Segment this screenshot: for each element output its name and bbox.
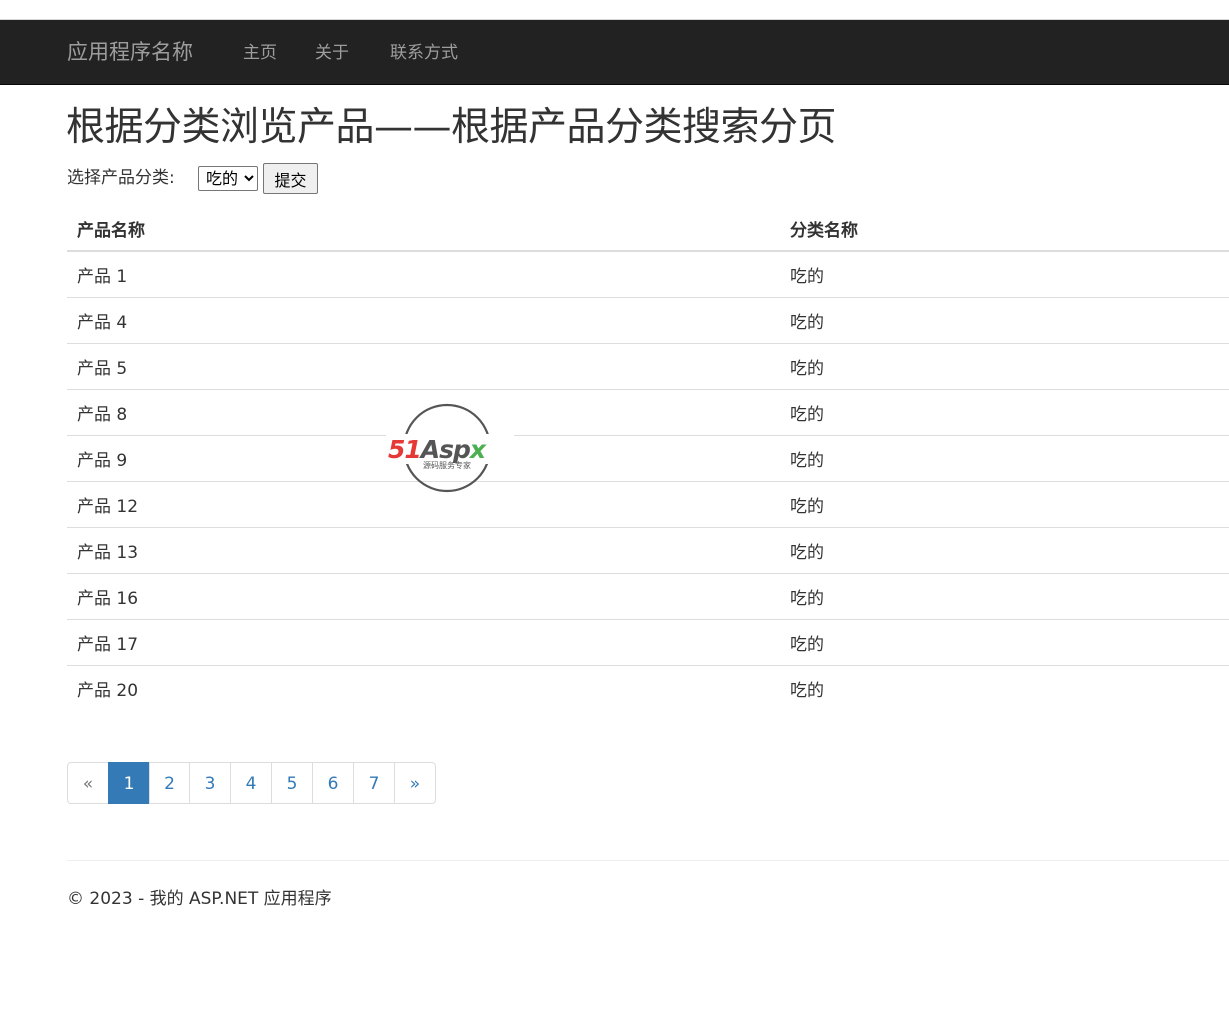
product-name-cell: 产品 1 [77,266,128,287]
pagination-page-item: 6 [312,762,354,804]
pagination-next-item: » [394,762,436,804]
navbar-brand[interactable]: 应用程序名称 [67,39,193,65]
nav-link-about[interactable]: 关于 [315,42,349,64]
column-header-category-name: 分类名称 [780,207,1229,252]
table-row: 产品 1 吃的 [67,251,1229,297]
svg-text:51Aspx: 51Aspx [388,435,487,464]
category-name-cell: 吃的 [780,388,1229,435]
pagination-page-item: 3 [189,762,231,804]
pagination-page-3[interactable]: 3 [189,762,231,804]
category-name-cell: 吃的 [780,664,1229,711]
nav-link-home[interactable]: 主页 [243,42,277,64]
pagination-page-item: 4 [230,762,272,804]
watermark-brand-green: x [468,435,487,464]
category-name-cell: 吃的 [780,296,1229,343]
category-name-cell: 吃的 [780,480,1229,527]
pagination-page-item: 1 [108,762,150,804]
category-select[interactable]: 吃的 [198,166,258,191]
table-row: 产品 20 吃的 [67,664,1229,711]
footer-divider [67,860,1229,861]
watermark-brand-dark: Asp [419,435,470,464]
pagination-page-item: 5 [271,762,313,804]
table-row: 产品 5 吃的 [67,342,1229,389]
table-row: 产品 16 吃的 [67,572,1229,619]
pagination-page-2[interactable]: 2 [149,762,190,804]
product-name-cell: 产品 20 [67,664,780,711]
pagination-page-5[interactable]: 5 [271,762,313,804]
pagination-page-4[interactable]: 4 [230,762,272,804]
pagination-page-7[interactable]: 7 [353,762,395,804]
browser-top-strip [0,0,1229,20]
table-header-row: 产品名称 分类名称 [67,207,1229,252]
category-filter-label: 选择产品分类: [67,168,175,188]
product-name-cell: 产品 13 [67,526,780,573]
table-row: 产品 4 吃的 [67,296,1229,343]
pagination-page-item: 7 [353,762,395,804]
pagination-prev-button[interactable]: « [67,762,109,804]
product-name-cell: 产品 17 [67,618,780,665]
51aspx-watermark-logo: 51Aspx 源码服务专家 [386,403,514,493]
pagination: « 1 2 3 4 5 6 7 » [67,762,436,804]
navbar: 应用程序名称 主页 关于 联系方式 [0,20,1229,85]
page-title: 根据分类浏览产品——根据产品分类搜索分页 [66,105,837,150]
pagination-page-6[interactable]: 6 [312,762,354,804]
product-name-cell: 产品 4 [67,296,780,343]
product-name-cell: 产品 5 [67,342,780,389]
submit-button[interactable]: 提交 [263,163,318,194]
table-row: 产品 13 吃的 [67,526,1229,573]
pagination-page-item: 2 [149,762,190,804]
category-name-cell: 吃的 [780,342,1229,389]
column-header-product-name: 产品名称 [67,207,780,252]
category-name-cell: 吃的 [780,526,1229,573]
pagination-next-button[interactable]: » [394,762,436,804]
table-row: 产品 17 吃的 [67,618,1229,665]
nav-link-contact[interactable]: 联系方式 [390,42,458,64]
watermark-tagline: 源码服务专家 [423,460,471,470]
category-name-cell: 吃的 [780,572,1229,619]
table-row: 产品 12 吃的 [67,480,1229,527]
product-table: 产品名称 分类名称 产品 1 吃的 产品 4 吃的 产品 5 吃的 产品 8 吃… [67,207,1229,711]
pagination-page-1[interactable]: 1 [108,762,150,804]
category-name-cell: 吃的 [780,618,1229,665]
product-name-cell: 产品 16 [67,572,780,619]
category-name-cell: 吃的 [790,266,824,287]
watermark-brand-red: 51 [388,435,421,464]
pagination-prev-item: « [67,762,109,804]
category-name-cell: 吃的 [780,434,1229,481]
footer-copyright: © 2023 - 我的 ASP.NET 应用程序 [67,889,332,909]
table-row: 产品 9 吃的 [67,434,1229,481]
table-row: 产品 8 吃的 [67,388,1229,435]
